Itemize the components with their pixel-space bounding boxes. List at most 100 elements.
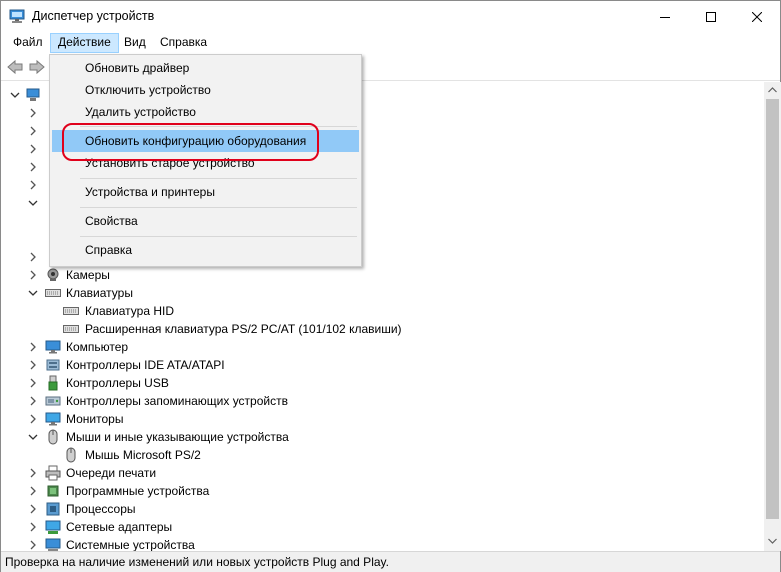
chevron-right-icon (30, 180, 36, 190)
menu-item-update-driver[interactable]: Обновить драйвер (52, 57, 359, 79)
maximize-button[interactable] (688, 1, 734, 32)
action-menu-dropdown: Обновить драйвер Отключить устройство Уд… (49, 54, 362, 267)
forward-button[interactable] (28, 58, 46, 76)
tree-item-label: Мыши и иные указывающие устройства (66, 430, 289, 444)
keyboard-icon (63, 325, 79, 333)
minimize-icon (660, 16, 670, 18)
tree-item-label: Процессоры (66, 502, 136, 516)
menu-item-add-legacy-hardware[interactable]: Установить старое устройство (52, 152, 359, 174)
menu-separator (80, 178, 357, 179)
close-button[interactable] (734, 1, 780, 32)
chevron-down-icon (28, 200, 38, 206)
tree-item-label: Камеры (66, 268, 110, 282)
processor-icon (46, 502, 60, 516)
storage-icon (45, 396, 61, 406)
menu-help[interactable]: Справка (153, 33, 214, 53)
status-text: Проверка на наличие изменений или новых … (5, 555, 389, 569)
minimize-button[interactable] (642, 1, 688, 32)
tree-item-network-adapters[interactable]: Сетевые адаптеры (1, 518, 761, 536)
back-button[interactable] (6, 58, 24, 76)
menu-item-label: Свойства (85, 214, 138, 228)
menu-item-devices-and-printers[interactable]: Устройства и принтеры (52, 181, 359, 203)
tree-item-ide-controllers[interactable]: Контроллеры IDE ATA/ATAPI (1, 356, 761, 374)
chevron-right-icon (30, 342, 36, 352)
printer-icon (45, 465, 61, 481)
keyboard-icon (63, 307, 79, 315)
chevron-right-icon (30, 126, 36, 136)
menu-action[interactable]: Действие (50, 33, 119, 53)
tree-item-software-devices[interactable]: Программные устройства (1, 482, 761, 500)
menu-view[interactable]: Вид (117, 33, 153, 53)
menu-item-disable-device[interactable]: Отключить устройство (52, 79, 359, 101)
usb-icon (48, 375, 58, 391)
tree-item-keyboards[interactable]: Клавиатуры (1, 284, 761, 302)
chevron-right-icon (30, 540, 36, 550)
device-manager-app-icon (9, 8, 25, 24)
tree-item-ps2-mouse[interactable]: Мышь Microsoft PS/2 (1, 446, 761, 464)
scroll-up-icon (768, 87, 777, 93)
mouse-icon (48, 429, 58, 445)
keyboard-icon (45, 289, 61, 297)
chevron-right-icon (30, 252, 36, 262)
chevron-right-icon (30, 270, 36, 280)
chevron-down-icon (28, 290, 38, 296)
chevron-down-icon (10, 92, 20, 98)
chevron-right-icon (30, 162, 36, 172)
menu-item-label: Обновить конфигурацию оборудования (85, 134, 307, 148)
tree-item-system-devices[interactable]: Системные устройства (1, 536, 761, 551)
tree-item-hid-keyboard[interactable]: Клавиатура HID (1, 302, 761, 320)
tree-item-label: Контроллеры USB (66, 376, 169, 390)
tree-item-ps2-keyboard[interactable]: Расширенная клавиатура PS/2 PC/AT (101/1… (1, 320, 761, 338)
menu-item-label: Отключить устройство (85, 83, 211, 97)
menu-item-label: Установить старое устройство (85, 156, 255, 170)
chevron-right-icon (30, 504, 36, 514)
tree-item-label: Клавиатура HID (85, 304, 174, 318)
tree-item-label: Программные устройства (66, 484, 210, 498)
tree-item-usb-controllers[interactable]: Контроллеры USB (1, 374, 761, 392)
close-icon (752, 11, 762, 22)
chevron-down-icon (28, 434, 38, 440)
tree-item-print-queues[interactable]: Очереди печати (1, 464, 761, 482)
controller-icon (46, 359, 60, 371)
menu-item-scan-hardware-changes[interactable]: Обновить конфигурацию оборудования (52, 130, 359, 152)
vertical-scrollbar[interactable] (764, 82, 781, 551)
chip-icon (47, 485, 59, 497)
tree-item-label: Мониторы (66, 412, 124, 426)
tree-item-label: Системные устройства (66, 538, 195, 551)
scrollbar-thumb[interactable] (766, 99, 779, 519)
menu-item-uninstall-device[interactable]: Удалить устройство (52, 101, 359, 123)
menu-separator (80, 236, 357, 237)
computer-icon (26, 88, 40, 101)
tree-item-storage-controllers[interactable]: Контроллеры запоминающих устройств (1, 392, 761, 410)
menu-separator (80, 207, 357, 208)
menu-item-label: Обновить драйвер (85, 61, 190, 75)
tree-item-monitors[interactable]: Мониторы (1, 410, 761, 428)
title-bar[interactable]: Диспетчер устройств (1, 1, 780, 32)
tree-item-label: Очереди печати (66, 466, 157, 480)
maximize-icon (706, 11, 716, 22)
chevron-right-icon (30, 396, 36, 406)
menu-item-help[interactable]: Справка (52, 239, 359, 261)
menu-file[interactable]: Файл (6, 33, 50, 53)
chevron-right-icon (30, 522, 36, 532)
tree-item-cameras[interactable]: Камеры (1, 266, 761, 284)
status-bar: Проверка на наличие изменений или новых … (1, 551, 780, 572)
chevron-right-icon (30, 414, 36, 424)
chevron-right-icon (30, 486, 36, 496)
system-icon (45, 538, 61, 551)
tree-item-label: Компьютер (66, 340, 129, 354)
chevron-right-icon (30, 360, 36, 370)
tree-item-label: Клавиатуры (66, 286, 133, 300)
tree-item-mice[interactable]: Мыши и иные указывающие устройства (1, 428, 761, 446)
tree-item-label: Сетевые адаптеры (66, 520, 173, 534)
camera-icon (47, 268, 59, 281)
tree-item-computer[interactable]: Компьютер (1, 338, 761, 356)
chevron-right-icon (30, 378, 36, 388)
monitor-icon (45, 340, 61, 354)
menu-item-properties[interactable]: Свойства (52, 210, 359, 232)
tree-item-processors[interactable]: Процессоры (1, 500, 761, 518)
tree-item-label: Мышь Microsoft PS/2 (85, 448, 201, 462)
forward-arrow-icon (29, 59, 45, 75)
chevron-right-icon (30, 108, 36, 118)
chevron-right-icon (30, 144, 36, 154)
